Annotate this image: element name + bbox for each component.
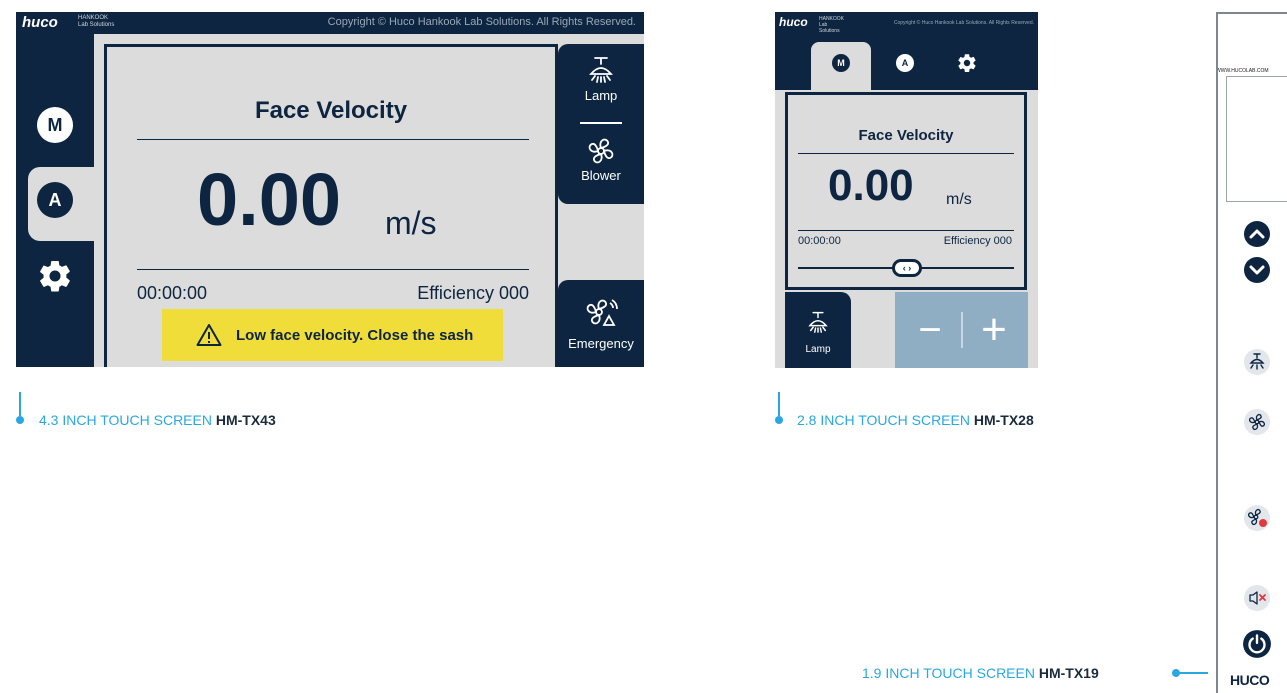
warning-icon <box>196 323 222 347</box>
caption-43-model: HM-TX43 <box>215 412 276 428</box>
brand-logo: huco <box>779 15 808 29</box>
caption-dot <box>16 416 24 424</box>
divider <box>137 139 529 140</box>
touch-screen-19: WWW.HUCOLAB.COM HUCO <box>1216 12 1287 693</box>
caption-19-model: HM-TX19 <box>1038 665 1099 681</box>
divider <box>580 122 622 124</box>
lamp-blower-panel: Lamp Blower <box>558 44 644 204</box>
caption-dot <box>775 416 783 424</box>
mini-display <box>1226 76 1287 202</box>
face-velocity-panel: Face Velocity 0.00 m/s 00:00:00 Efficien… <box>104 44 558 367</box>
increase-button[interactable]: + <box>971 308 1017 352</box>
chevron-up-icon[interactable] <box>1241 218 1273 250</box>
website-url: WWW.HUCOLAB.COM <box>1216 68 1269 74</box>
divider <box>137 269 529 270</box>
efficiency-readout: Efficiency 000 <box>417 283 529 303</box>
fan-icon <box>558 134 644 168</box>
copyright-text: Copyright © Huco Hankook Lab Solutions. … <box>327 16 636 28</box>
caption-line <box>19 392 21 416</box>
lamp-icon <box>558 56 644 88</box>
blower-label: Blower <box>581 168 621 183</box>
divider <box>798 153 1014 154</box>
caption-19-prefix: 1.9 INCH TOUCH SCREEN <box>862 665 1039 681</box>
emergency-fan-icon[interactable] <box>1241 502 1273 534</box>
auto-mode-button[interactable]: A <box>896 54 914 72</box>
timer-readout: 00:00:00 <box>798 235 841 247</box>
auto-mode-button[interactable]: A <box>37 182 73 218</box>
caption-28: 2.8 INCH TOUCH SCREEN HM-TX28 <box>797 412 1034 428</box>
manual-mode-button[interactable]: M <box>832 54 850 72</box>
power-icon[interactable] <box>1241 628 1273 660</box>
face-velocity-title: Face Velocity <box>254 97 408 124</box>
adjust-panel: − + <box>895 292 1028 368</box>
fan-icon[interactable] <box>1241 406 1273 438</box>
face-velocity-title: Face Velocity <box>858 127 954 144</box>
top-bar: huco HANKOOK Lab Solutions Copyright © H… <box>16 12 644 34</box>
caption-19: 1.9 INCH TOUCH SCREEN HM-TX19 <box>862 665 1099 681</box>
divider <box>961 312 963 348</box>
caption-43: 4.3 INCH TOUCH SCREEN HM-TX43 <box>39 412 276 428</box>
emergency-fan-icon <box>558 294 644 330</box>
emergency-label: Emergency <box>568 336 634 351</box>
lamp-label: Lamp <box>805 344 831 355</box>
caption-43-prefix: 4.3 INCH TOUCH SCREEN <box>39 412 216 428</box>
lamp-icon[interactable] <box>1241 346 1273 378</box>
efficiency-readout: Efficiency 000 <box>943 235 1012 247</box>
brand-subtitle: HANKOOK Lab Solutions <box>78 15 115 28</box>
velocity-unit: m/s <box>385 205 437 241</box>
caption-line <box>1178 672 1208 674</box>
copyright-text: Copyright © Huco Hankook Lab Solutions. … <box>893 20 1034 26</box>
mute-icon[interactable] <box>1241 582 1273 614</box>
divider <box>798 230 1014 231</box>
warning-text: Low face velocity. Close the sash <box>236 326 474 344</box>
lamp-button[interactable]: Lamp <box>558 50 644 122</box>
touch-screen-28: huco HANKOOK Lab Solutions Copyright © H… <box>775 12 1038 368</box>
lamp-icon <box>805 310 831 343</box>
blower-button[interactable]: Blower <box>558 130 644 200</box>
caption-28-prefix: 2.8 INCH TOUCH SCREEN <box>797 412 974 428</box>
decrease-button[interactable]: − <box>907 310 953 350</box>
velocity-value: 0.00 <box>828 161 914 210</box>
caption-28-model: HM-TX28 <box>973 412 1034 428</box>
velocity-unit: m/s <box>946 191 972 208</box>
brand-logo: HUCO <box>1230 672 1270 688</box>
slider-handle[interactable]: ‹ › <box>892 259 922 277</box>
manual-mode-button[interactable]: M <box>37 107 73 143</box>
caption-line <box>778 392 780 416</box>
emergency-button[interactable]: Emergency <box>558 280 644 367</box>
top-bar: huco HANKOOK Lab Solutions Copyright © H… <box>775 12 1038 36</box>
timer-readout: 00:00:00 <box>137 283 208 303</box>
velocity-value: 0.00 <box>197 158 342 241</box>
touch-screen-43: huco HANKOOK Lab Solutions Copyright © H… <box>16 12 644 367</box>
gear-icon[interactable] <box>36 257 74 295</box>
brand-subtitle: HANKOOK Lab Solutions <box>819 16 845 34</box>
brand-logo: huco <box>22 14 58 31</box>
lamp-button[interactable]: Lamp <box>785 292 851 368</box>
lamp-label: Lamp <box>584 88 618 103</box>
gear-icon[interactable] <box>956 52 978 74</box>
warning-banner: Low face velocity. Close the sash <box>162 309 503 361</box>
chevron-down-icon[interactable] <box>1241 254 1273 286</box>
face-velocity-panel: Face Velocity 0.00 m/s 00:00:00 Efficien… <box>785 92 1027 290</box>
